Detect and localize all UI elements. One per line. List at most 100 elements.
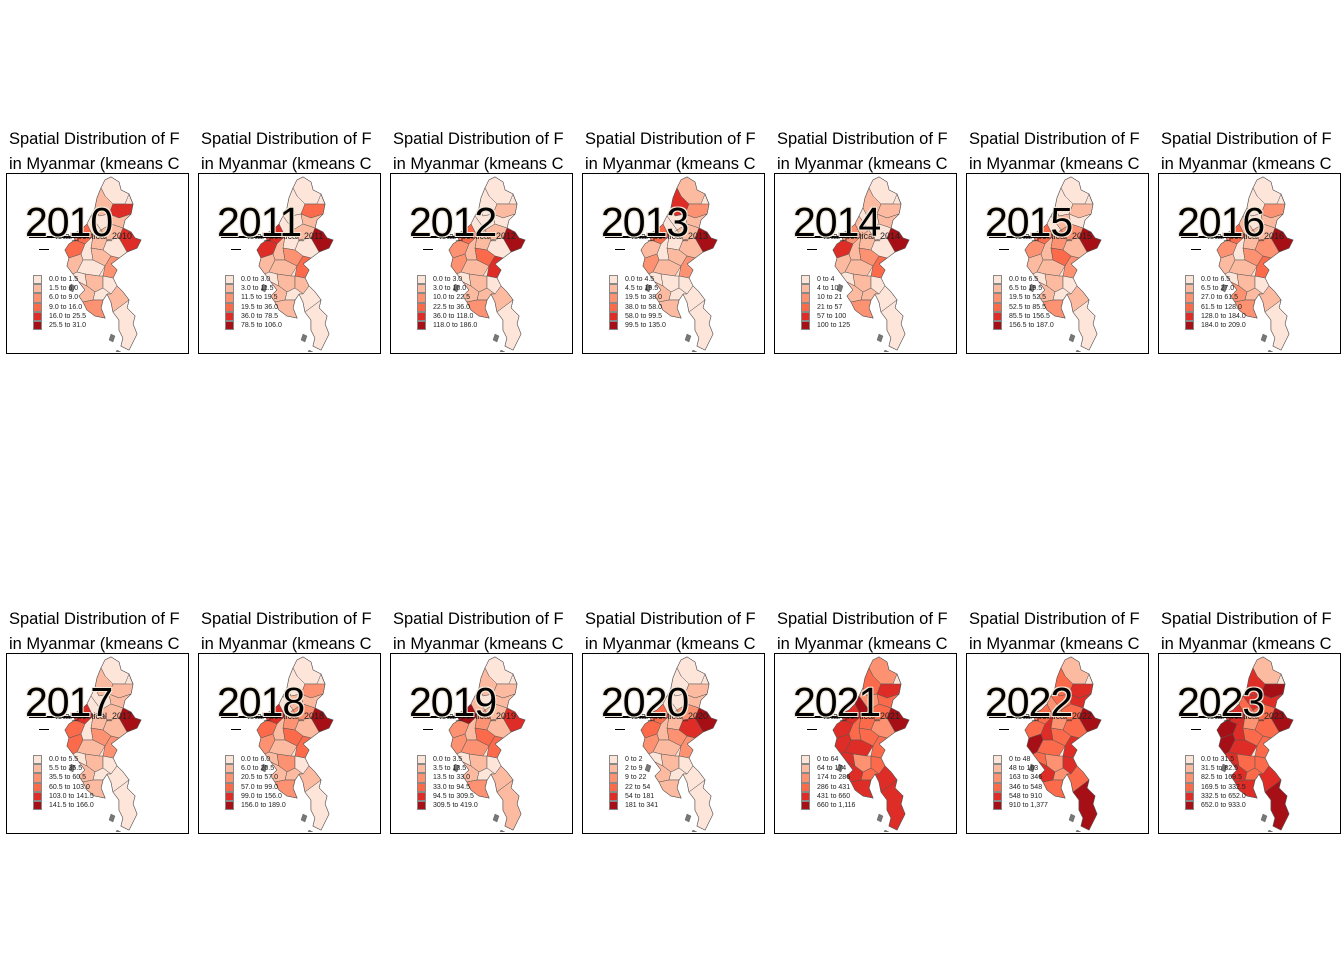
legend-swatch: [609, 800, 618, 811]
map-panel-2020: Spatial Distribution of Fin Myanmar (kme…: [579, 607, 767, 837]
legend-swatch: [33, 302, 42, 312]
legend-swatch: [609, 293, 618, 303]
map-frame: total_political_2022 2022 0 to 48 48 to 163…: [966, 653, 1149, 834]
island-polygon: [876, 333, 884, 343]
panel-title: Spatial Distribution of Fin Myanmar (kme…: [585, 607, 767, 659]
legend-label: 1.5 to 6.0: [49, 285, 79, 293]
legend-label: 27.0 to 61.5: [1201, 294, 1238, 302]
panel-title-line-1: Spatial Distribution of F: [585, 610, 756, 628]
panel-title-line-1: Spatial Distribution of F: [393, 610, 564, 628]
map-frame: total_political_2023 2023 0.0 to 31.5 31.5 …: [1158, 653, 1341, 834]
panel-title-line-1: Spatial Distribution of F: [1161, 610, 1332, 628]
panel-title: Spatial Distribution of Fin Myanmar (kme…: [969, 127, 1151, 179]
island-polygon: [492, 333, 500, 343]
map-panel-2010: Spatial Distribution of Fin Myanmar (kme…: [3, 127, 191, 357]
legend-swatch: [1185, 275, 1194, 285]
legend-swatch: [33, 782, 42, 792]
legend-swatch: [1185, 302, 1194, 312]
legend-label: 660 to 1,116: [817, 801, 856, 809]
panel-title-line-1: Spatial Distribution of F: [201, 610, 372, 628]
island-polygon: [108, 333, 116, 343]
legend-label: 54 to 181: [625, 792, 655, 800]
legend-swatch: [1185, 755, 1194, 765]
scale-bar-tick: [231, 249, 241, 250]
legend-swatch: [225, 320, 234, 331]
panel-title: Spatial Distribution of Fin Myanmar (kme…: [1161, 607, 1343, 659]
scale-bar-tick: [1191, 249, 1201, 250]
legend-label: 99.5 to 135.0: [625, 321, 666, 329]
legend-label: 0.0 to 3.0: [241, 276, 271, 283]
island-polygon: [499, 349, 506, 352]
legend-swatch: [33, 791, 42, 801]
legend-label: 5.5 to 35.5: [49, 765, 83, 773]
island-polygon: [499, 829, 506, 832]
legend-swatch: [225, 311, 234, 321]
legend-swatch: [801, 755, 810, 765]
legend-swatch: [1185, 320, 1194, 331]
legend-swatch: [225, 755, 234, 765]
panel-title-line-1: Spatial Distribution of F: [777, 610, 948, 628]
legend-label: 0 to 4: [817, 276, 835, 283]
legend-label: 94.5 to 309.5: [433, 792, 474, 800]
island-polygon: [115, 349, 122, 352]
legend-swatch: [801, 773, 810, 783]
panel-title: Spatial Distribution of Fin Myanmar (kme…: [393, 127, 575, 179]
legend-swatch: [801, 764, 810, 774]
map-panel-2023: Spatial Distribution of Fin Myanmar (kme…: [1155, 607, 1343, 837]
legend-label: 548 to 910: [1009, 792, 1043, 800]
map-panel-2017: Spatial Distribution of Fin Myanmar (kme…: [3, 607, 191, 837]
map-frame: total_political_2016 2016 0.0 to 6.5 6.5 to…: [1158, 173, 1341, 354]
map-panel-2015: Spatial Distribution of Fin Myanmar (kme…: [963, 127, 1151, 357]
legend-swatch: [993, 320, 1002, 331]
legend-label: 332.5 to 652.0: [1201, 792, 1246, 800]
legend-label: 6.5 to 19.5: [1009, 285, 1043, 293]
legend-label: 35.5 to 60.5: [49, 774, 86, 782]
panel-title-line-1: Spatial Distribution of F: [9, 610, 180, 628]
legend-swatch: [801, 800, 810, 811]
legend-swatch: [33, 311, 42, 321]
legend-swatch: [417, 782, 426, 792]
legend-swatch: [609, 773, 618, 783]
island-polygon: [691, 829, 698, 832]
legend-label: 25.5 to 31.0: [49, 321, 86, 329]
legend-swatch: [993, 755, 1002, 765]
legend-label: 6.0 to 9.0: [49, 294, 79, 302]
map-panel-2011: Spatial Distribution of Fin Myanmar (kme…: [195, 127, 383, 357]
scale-bar-tick: [39, 729, 49, 730]
map-panel-2018: Spatial Distribution of Fin Myanmar (kme…: [195, 607, 383, 837]
panel-title-line-1: Spatial Distribution of F: [969, 610, 1140, 628]
map-frame: total_political_2011 2011 0.0 to 3.0 3.0 to…: [198, 173, 381, 354]
panel-title: Spatial Distribution of Fin Myanmar (kme…: [777, 127, 959, 179]
island-polygon: [1075, 829, 1082, 832]
map-panel-2016: Spatial Distribution of Fin Myanmar (kme…: [1155, 127, 1343, 357]
scale-bar-tick: [1191, 729, 1201, 730]
island-polygon: [883, 349, 890, 352]
island-polygon: [883, 829, 890, 832]
legend-swatch: [1185, 311, 1194, 321]
legend-label: 156.5 to 187.0: [1009, 321, 1054, 329]
legend-swatch: [225, 800, 234, 811]
legend-swatch: [993, 293, 1002, 303]
scale-bar-tick: [999, 249, 1009, 250]
legend-label: 0.0 to 6.5: [1009, 276, 1039, 283]
island-polygon: [1260, 333, 1268, 343]
legend-label: 82.5 to 169.5: [1201, 774, 1242, 782]
legend-label: 3.0 to 11.5: [241, 285, 274, 293]
legend-swatch: [993, 782, 1002, 792]
year-label: 2019: [409, 679, 497, 725]
legend-swatch: [1185, 284, 1194, 294]
panel-title-line-1: Spatial Distribution of F: [1161, 130, 1332, 148]
legend-swatch: [1185, 764, 1194, 774]
legend-swatch: [417, 800, 426, 811]
map-panel-2014: Spatial Distribution of Fin Myanmar (kme…: [771, 127, 959, 357]
island-polygon: [691, 349, 698, 352]
scale-bar-tick: [807, 729, 817, 730]
legend-swatch: [801, 320, 810, 331]
legend-swatch: [417, 764, 426, 774]
legend-label: 431 to 660: [817, 792, 851, 800]
legend-label: 3.0 to 10.0: [433, 285, 467, 293]
legend-swatch: [609, 275, 618, 285]
legend-label: 57.0 to 99.0: [241, 783, 278, 791]
panel-title-line-1: Spatial Distribution of F: [585, 130, 756, 148]
legend-label: 19.5 to 52.5: [1009, 294, 1046, 302]
